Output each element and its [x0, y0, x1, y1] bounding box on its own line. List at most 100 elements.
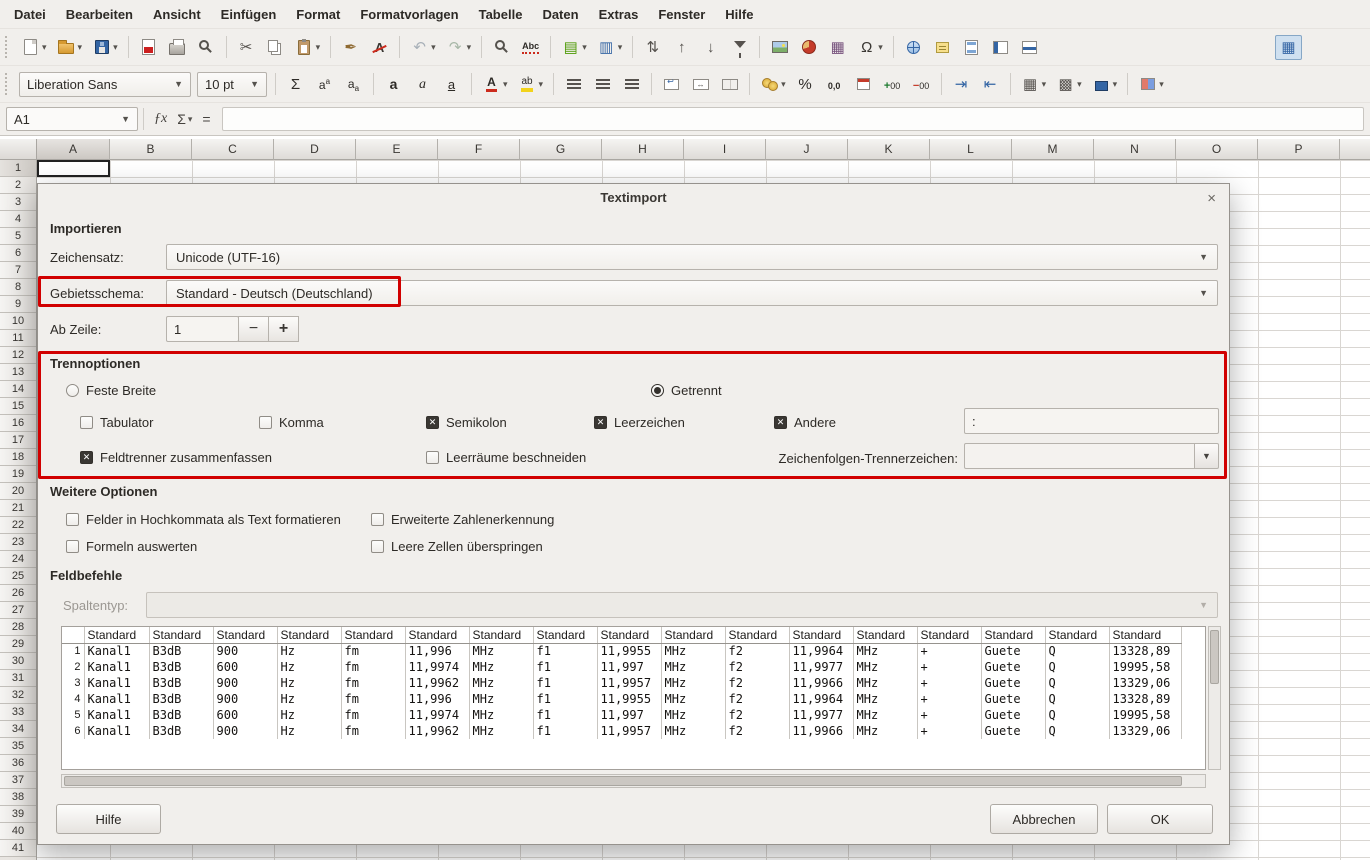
print-preview-icon[interactable]	[193, 35, 220, 60]
select-all-corner[interactable]	[0, 139, 37, 160]
menu-item-bearbeiten[interactable]: Bearbeiten	[56, 0, 143, 28]
align-center-icon[interactable]	[589, 72, 616, 97]
menu-item-hilfe[interactable]: Hilfe	[715, 0, 763, 28]
function-wizard-icon[interactable]: ƒx	[154, 111, 167, 127]
row-header-20[interactable]: 20	[0, 483, 36, 500]
row-header-14[interactable]: 14	[0, 381, 36, 398]
row-header-41[interactable]: 41	[0, 840, 36, 857]
checkbox-evaluate-formulas[interactable]: Formeln auswerten	[66, 537, 197, 555]
radio-fixed-width[interactable]: Feste Breite	[66, 381, 156, 399]
align-right-icon[interactable]	[618, 72, 645, 97]
checkbox-semicolon[interactable]: ✕ Semikolon	[426, 413, 507, 431]
sum-icon[interactable]: Σ	[282, 72, 309, 97]
row-header-34[interactable]: 34	[0, 721, 36, 738]
checkbox-space[interactable]: ✕ Leerzeichen	[594, 413, 685, 431]
sort-icon[interactable]: ⇅	[639, 35, 666, 60]
dropdown-arrow-icon[interactable]: ▾	[503, 79, 508, 90]
help-button[interactable]: Hilfe	[56, 804, 161, 834]
menu-item-einfgen[interactable]: Einfügen	[211, 0, 287, 28]
chevron-down-icon[interactable]: ▼	[1199, 288, 1208, 298]
dropdown-arrow-icon[interactable]: ▾	[467, 42, 472, 53]
column-header-F[interactable]: F	[438, 139, 520, 160]
currency-format-icon[interactable]: ▾	[756, 72, 790, 97]
clone-formatting-icon[interactable]: ✒	[337, 35, 364, 60]
paste-icon[interactable]: ▾	[291, 35, 325, 60]
insert-rows-icon[interactable]: ▤▾	[557, 35, 591, 60]
cut-icon[interactable]: ✂	[233, 35, 260, 60]
decrease-indent-icon[interactable]: ⇤	[977, 72, 1004, 97]
dropdown-arrow-icon[interactable]: ▾	[539, 79, 544, 90]
preview-column-header[interactable]: Standard	[1045, 627, 1109, 643]
preview-column-header[interactable]: Standard	[917, 627, 981, 643]
preview-column-header[interactable]: Standard	[341, 627, 405, 643]
row-header-9[interactable]: 9	[0, 296, 36, 313]
checkbox-comma[interactable]: Komma	[259, 413, 324, 431]
find-replace-icon[interactable]	[488, 35, 515, 60]
row-header-10[interactable]: 10	[0, 313, 36, 330]
preview-column-header[interactable]: Standard	[661, 627, 725, 643]
headers-footers-icon[interactable]	[958, 35, 985, 60]
checkbox-tab[interactable]: Tabulator	[80, 413, 153, 431]
column-header-E[interactable]: E	[356, 139, 438, 160]
row-header-40[interactable]: 40	[0, 823, 36, 840]
dropdown-arrow-icon[interactable]: ▾	[316, 42, 321, 53]
dropdown-arrow-icon[interactable]: ▾	[781, 79, 786, 90]
merge-center-icon[interactable]	[687, 72, 714, 97]
row-header-36[interactable]: 36	[0, 755, 36, 772]
column-header-G[interactable]: G	[520, 139, 602, 160]
name-box[interactable]: A1 ▼	[6, 107, 138, 131]
hyperlink-icon[interactable]	[900, 35, 927, 60]
row-header-30[interactable]: 30	[0, 653, 36, 670]
increase-indent-icon[interactable]: ⇥	[948, 72, 975, 97]
other-separator-input[interactable]: :	[964, 408, 1219, 434]
row-header-15[interactable]: 15	[0, 398, 36, 415]
select-function-icon[interactable]: Σ ▾	[177, 111, 192, 127]
menu-item-ansicht[interactable]: Ansicht	[143, 0, 211, 28]
row-header-17[interactable]: 17	[0, 432, 36, 449]
sort-descending-icon[interactable]: ↓	[697, 35, 724, 60]
row-header-3[interactable]: 3	[0, 194, 36, 211]
preview-column-header[interactable]: Standard	[853, 627, 917, 643]
string-delimiter-value[interactable]	[964, 443, 1195, 469]
superscript-icon[interactable]	[311, 72, 338, 97]
charset-combobox[interactable]: Unicode (UTF-16) ▼	[166, 244, 1218, 270]
border-style-icon[interactable]: ▩▾	[1052, 72, 1086, 97]
ok-button[interactable]: OK	[1107, 804, 1213, 834]
preview-column-header[interactable]: Standard	[789, 627, 853, 643]
menu-item-daten[interactable]: Daten	[532, 0, 588, 28]
row-header-18[interactable]: 18	[0, 449, 36, 466]
row-header-28[interactable]: 28	[0, 619, 36, 636]
column-header-D[interactable]: D	[274, 139, 356, 160]
border-color-icon[interactable]: ▾	[1088, 72, 1122, 97]
column-header-P[interactable]: P	[1258, 139, 1340, 160]
preview-column-header[interactable]: Standard	[725, 627, 789, 643]
row-header-19[interactable]: 19	[0, 466, 36, 483]
chevron-down-icon[interactable]: ▼	[244, 79, 259, 89]
preview-column-header[interactable]: Standard	[277, 627, 341, 643]
freeze-panes-icon[interactable]	[987, 35, 1014, 60]
row-header-25[interactable]: 25	[0, 568, 36, 585]
row-header-21[interactable]: 21	[0, 500, 36, 517]
chevron-down-icon[interactable]: ▼	[1199, 252, 1208, 262]
column-header-L[interactable]: L	[930, 139, 1012, 160]
percent-format-icon[interactable]: %	[792, 72, 819, 97]
chevron-down-icon[interactable]: ▼	[1195, 443, 1219, 469]
name-box-dropdown-icon[interactable]: ▼	[121, 114, 130, 124]
row-header-29[interactable]: 29	[0, 636, 36, 653]
checkbox-quoted-as-text[interactable]: Felder in Hochkommata als Text formatier…	[66, 510, 341, 528]
preview-vertical-scrollbar[interactable]	[1208, 626, 1221, 770]
string-delimiter-combobox[interactable]: ▼	[964, 443, 1219, 469]
comment-icon[interactable]	[929, 35, 956, 60]
subscript-icon[interactable]	[340, 72, 367, 97]
date-format-icon[interactable]	[850, 72, 877, 97]
column-header-H[interactable]: H	[602, 139, 684, 160]
column-header-J[interactable]: J	[766, 139, 848, 160]
column-header-I[interactable]: I	[684, 139, 766, 160]
checkbox-trim-spaces[interactable]: Leerräume beschneiden	[426, 448, 586, 466]
column-header-O[interactable]: O	[1176, 139, 1258, 160]
align-left-icon[interactable]	[560, 72, 587, 97]
redo-icon[interactable]: ↷▾	[442, 35, 476, 60]
number-format-icon[interactable]	[821, 72, 848, 97]
underline-icon[interactable]	[438, 72, 465, 97]
row-header-23[interactable]: 23	[0, 534, 36, 551]
